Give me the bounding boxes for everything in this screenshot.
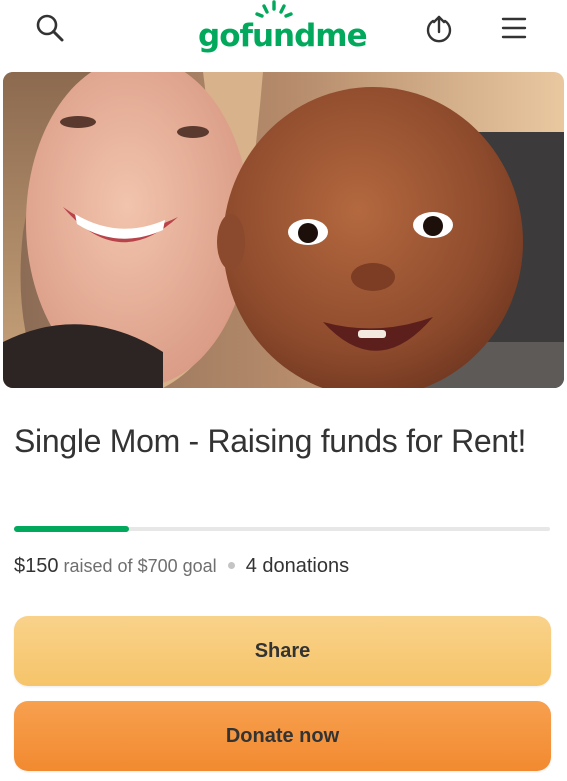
progress-fill (14, 526, 129, 532)
donations-count: 4 donations (245, 555, 350, 577)
app-header: gofundme (0, 0, 567, 72)
share-upload-icon[interactable] (421, 10, 457, 46)
share-button[interactable]: Share (14, 616, 551, 686)
raised-of-label: raised of (63, 556, 133, 576)
raised-amount: $150 (14, 555, 59, 577)
logo-text: gofundme (198, 18, 368, 54)
goal-label: goal (182, 556, 217, 576)
funding-stats: $150 raised of $700 goal 4 donations (14, 555, 349, 578)
gofundme-logo[interactable]: gofundme (198, 0, 370, 60)
separator-dot (227, 562, 235, 570)
campaign-photo[interactable] (3, 72, 564, 388)
goal-amount: $700 (137, 556, 178, 576)
funding-progress-bar (14, 526, 550, 532)
campaign-title: Single Mom - Raising funds for Rent! (14, 423, 527, 459)
search-icon[interactable] (32, 10, 68, 46)
hamburger-menu-icon[interactable] (496, 10, 532, 46)
donate-now-button[interactable]: Donate now (14, 701, 551, 771)
